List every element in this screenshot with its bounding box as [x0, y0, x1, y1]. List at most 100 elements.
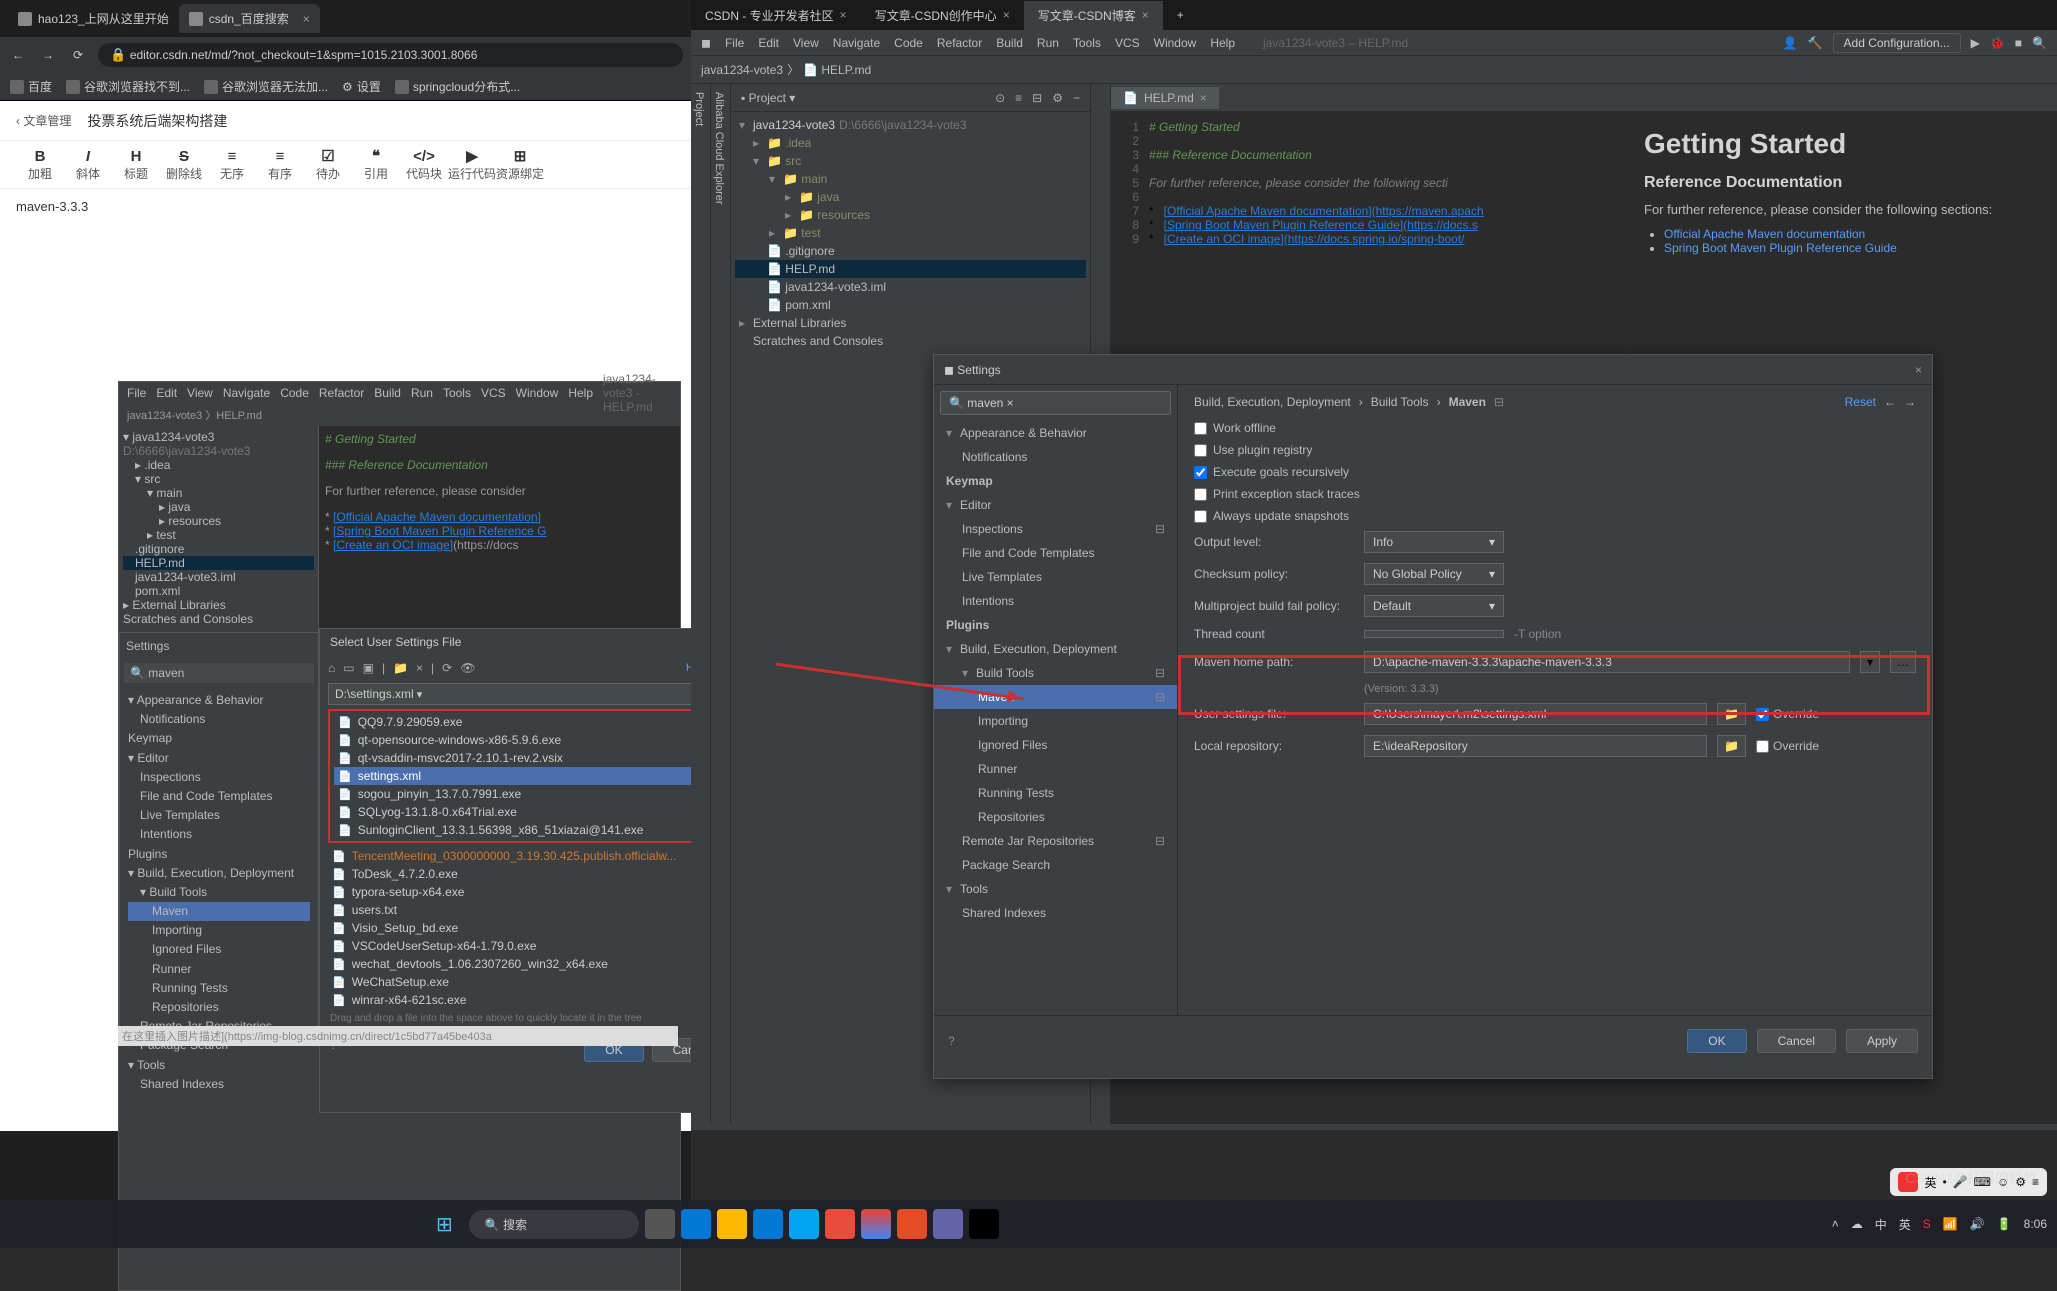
task-icon[interactable]: [897, 1209, 927, 1239]
override-local-repo[interactable]: Override: [1756, 739, 1916, 753]
tb-code[interactable]: </>代码块: [400, 148, 448, 182]
file-item[interactable]: 📄 wechat_devtools_1.06.2307260_win32_x64…: [328, 955, 733, 973]
settings-tree-item[interactable]: Shared Indexes: [934, 901, 1177, 925]
ok-button[interactable]: OK: [1687, 1029, 1746, 1053]
preview-link[interactable]: Official Apache Maven documentation: [1664, 227, 1865, 241]
cancel-button[interactable]: Cancel: [1757, 1029, 1836, 1053]
help-icon[interactable]: ?: [948, 1034, 955, 1048]
tb-heading[interactable]: H标题: [112, 148, 160, 182]
settings-tree-item[interactable]: Tools: [934, 877, 1177, 901]
task-intellij[interactable]: [969, 1209, 999, 1239]
reload-button[interactable]: ⟳: [68, 48, 88, 62]
side-tab-project[interactable]: Project: [691, 84, 711, 1124]
settings-tree-item[interactable]: Build Tools⊟: [934, 661, 1177, 685]
multiproject-select[interactable]: Default▾: [1364, 595, 1504, 617]
project-tree[interactable]: ▾ java1234-vote3 D:\6666\java1234-vote3▸…: [731, 112, 1090, 354]
sogou-tray-icon[interactable]: S: [1923, 1217, 1931, 1231]
tb-quote[interactable]: ❝引用: [352, 147, 400, 182]
back-to-articles[interactable]: ‹ 文章管理: [16, 112, 71, 129]
clock[interactable]: 8:06: [2024, 1217, 2047, 1231]
menu-help[interactable]: Help: [1210, 36, 1235, 50]
build-icon[interactable]: 🔨: [1808, 36, 1823, 50]
settings-tree-item[interactable]: Runner: [934, 757, 1177, 781]
tree-item[interactable]: Scratches and Consoles: [735, 332, 1086, 350]
tb-resource[interactable]: ⊞资源绑定: [496, 147, 544, 182]
file-item[interactable]: 📄 users.txt: [328, 901, 733, 919]
side-tab-alibaba[interactable]: Alibaba Cloud Explorer: [711, 84, 731, 1124]
settings-tree-item[interactable]: File and Code Templates: [934, 541, 1177, 565]
battery-icon[interactable]: 🔋: [1997, 1217, 2012, 1231]
file-item[interactable]: 📄 VSCodeUserSetup-x64-1.79.0.exe: [328, 937, 733, 955]
menu-vcs[interactable]: VCS: [1115, 36, 1140, 50]
menu-code[interactable]: Code: [894, 36, 923, 50]
tree-item[interactable]: ▾📁 main: [735, 170, 1086, 188]
debug-icon[interactable]: 🐞: [1990, 36, 2005, 50]
file-item-selected[interactable]: 📄 settings.xml: [334, 767, 727, 785]
output-level-select[interactable]: Info▾: [1364, 531, 1504, 553]
tree-item[interactable]: 📄 HELP.md: [735, 260, 1086, 278]
settings-tree-item[interactable]: Plugins: [934, 613, 1177, 637]
taskbar-search[interactable]: 🔍 搜索: [469, 1210, 639, 1239]
tree-item[interactable]: ▸📁 java: [735, 188, 1086, 206]
project-icon[interactable]: ▣: [363, 661, 374, 675]
settings-tree-item[interactable]: Ignored Files: [934, 733, 1177, 757]
task-icon[interactable]: [645, 1209, 675, 1239]
stop-icon[interactable]: ■: [2015, 36, 2022, 50]
settings-tree-item[interactable]: Repositories: [934, 805, 1177, 829]
file-item[interactable]: 📄 Visio_Setup_bd.exe: [328, 919, 733, 937]
settings-tree-item[interactable]: Live Templates: [934, 565, 1177, 589]
settings-tree-item[interactable]: Importing: [934, 709, 1177, 733]
menu-edit[interactable]: Edit: [758, 36, 779, 50]
task-icon[interactable]: [825, 1209, 855, 1239]
tb-ul[interactable]: ≡无序: [208, 148, 256, 182]
wifi-icon[interactable]: 📶: [1943, 1217, 1958, 1231]
tree-item[interactable]: ▸ External Libraries: [735, 314, 1086, 332]
tree-item[interactable]: ▸📁 test: [735, 224, 1086, 242]
file-item[interactable]: 📄 ToDesk_4.7.2.0.exe: [328, 865, 733, 883]
volume-icon[interactable]: 🔊: [1970, 1217, 1985, 1231]
checksum-select[interactable]: No Global Policy▾: [1364, 563, 1504, 585]
settings-tree-item[interactable]: Intentions: [934, 589, 1177, 613]
menu-tools[interactable]: Tools: [1073, 36, 1101, 50]
menu-build[interactable]: Build: [996, 36, 1023, 50]
settings-tree-item[interactable]: Build, Execution, Deployment: [934, 637, 1177, 661]
menu-view[interactable]: View: [793, 36, 819, 50]
settings-search[interactable]: 🔍 maven ×: [940, 391, 1171, 415]
settings-tree-item[interactable]: Running Tests: [934, 781, 1177, 805]
crumb-project[interactable]: java1234-vote3: [701, 63, 783, 77]
new-folder-icon[interactable]: 📁: [393, 661, 408, 675]
apply-button[interactable]: Apply: [1846, 1029, 1918, 1053]
desktop-icon[interactable]: ▭: [343, 661, 354, 675]
checkbox-use-plugin-registry[interactable]: Use plugin registry: [1194, 443, 1916, 457]
bookmark-settings[interactable]: ⚙设置: [342, 78, 381, 95]
collapse-icon[interactable]: ⊟: [1032, 91, 1042, 105]
file-item[interactable]: 📄 qt-opensource-windows-x86-5.9.6.exe: [334, 731, 727, 749]
file-item[interactable]: 📄 TencentMeeting_0300000000_3.19.30.425.…: [328, 847, 733, 865]
task-icon[interactable]: [789, 1209, 819, 1239]
article-title-input[interactable]: [87, 113, 675, 129]
task-icon[interactable]: [933, 1209, 963, 1239]
tb-run[interactable]: ▶运行代码: [448, 147, 496, 182]
settings-tree-item[interactable]: Notifications: [934, 445, 1177, 469]
checkbox-work-offline[interactable]: Work offline: [1194, 421, 1916, 435]
thread-count-input[interactable]: [1364, 630, 1504, 638]
tree-item[interactable]: 📄 .gitignore: [735, 242, 1086, 260]
menu-run[interactable]: Run: [1037, 36, 1059, 50]
menu-window[interactable]: Window: [1154, 36, 1197, 50]
task-chrome[interactable]: [861, 1209, 891, 1239]
settings-tree-item[interactable]: Remote Jar Repositories⊟: [934, 829, 1177, 853]
reset-link[interactable]: Reset: [1845, 395, 1876, 409]
close-icon[interactable]: ×: [1142, 8, 1149, 22]
tb-italic[interactable]: I斜体: [64, 148, 112, 182]
md-content[interactable]: maven-3.3.3: [0, 189, 691, 224]
local-repo-input[interactable]: E:\ideaRepository: [1364, 735, 1707, 757]
delete-icon[interactable]: ×: [416, 661, 423, 675]
close-icon[interactable]: ×: [303, 12, 310, 26]
tb-todo[interactable]: ☑待办: [304, 147, 352, 182]
tb-bold[interactable]: B加粗: [16, 148, 64, 182]
checkbox-print-exception-stack-traces[interactable]: Print exception stack traces: [1194, 487, 1916, 501]
file-item[interactable]: 📄 qt-vsaddin-msvc2017-2.10.1-rev.2.vsix: [334, 749, 727, 767]
file-item[interactable]: 📄 typora-setup-x64.exe: [328, 883, 733, 901]
expand-icon[interactable]: ≡: [1015, 91, 1022, 105]
file-item[interactable]: 📄 WeChatSetup.exe: [328, 973, 733, 991]
